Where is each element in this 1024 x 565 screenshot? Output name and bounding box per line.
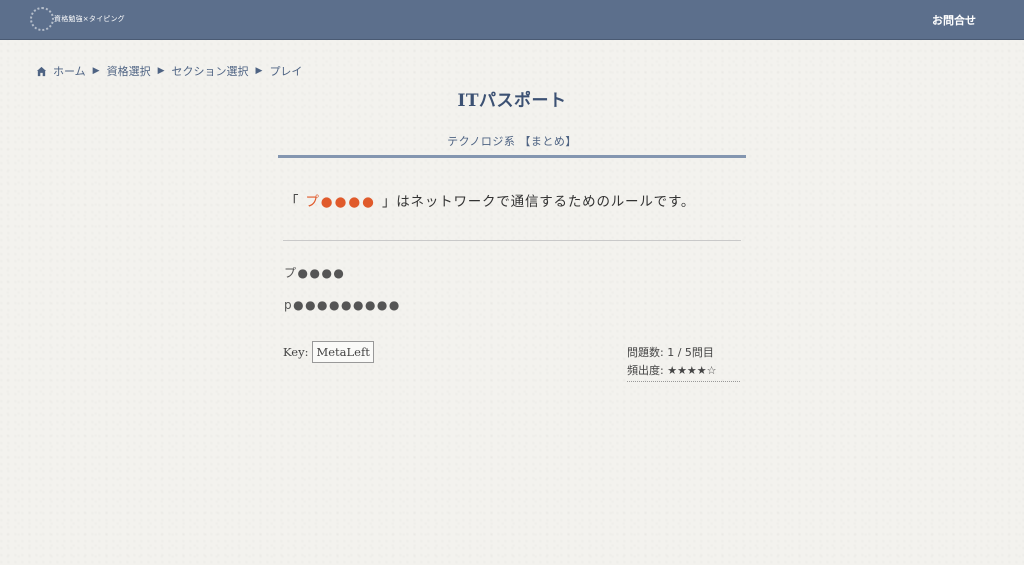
question-text: 「 プ●●●● 」 はネットワークで通信するためのルールです。 (285, 190, 695, 210)
site-logo[interactable]: 資格勉強×タイピング (30, 7, 125, 31)
breadcrumb-separator-icon: ▶ (157, 66, 165, 76)
logo-text: 資格勉強×タイピング (54, 15, 125, 23)
question-stats: 問題数: 1 / 5問目 頻出度: ★★★★☆ (627, 344, 740, 382)
romaji-hint: p●●●●●●●●● (284, 298, 401, 312)
contact-link[interactable]: お問合せ (932, 12, 976, 28)
breadcrumb-current: プレイ (269, 65, 303, 78)
divider (283, 240, 741, 241)
key-label: Key: (283, 345, 309, 359)
question-count: 問題数: 1 / 5問目 (627, 346, 714, 359)
home-icon (36, 66, 47, 76)
logo-ring-icon (30, 7, 54, 31)
page-title: ITパスポート (457, 91, 567, 111)
breadcrumb-section[interactable]: セクション選択 (172, 63, 249, 79)
question-close-bracket: 」 (381, 194, 397, 210)
top-header: 資格勉強×タイピング お問合せ (0, 0, 1024, 40)
breadcrumb-separator-icon: ▶ (92, 66, 100, 76)
breadcrumb-home[interactable]: ホーム (53, 63, 86, 79)
key-value: MetaLeft (312, 341, 374, 363)
question-body: はネットワークで通信するためのルールです。 (396, 194, 696, 210)
breadcrumb-separator-icon: ▶ (255, 66, 263, 76)
question-masked-answer: プ●●●● (305, 194, 376, 210)
section-underline (278, 155, 746, 158)
frequency-rating: 頻出度: ★★★★☆ (627, 364, 717, 377)
breadcrumb-qualification[interactable]: 資格選択 (107, 63, 151, 79)
section-label: テクノロジ系 【まとめ】 (447, 135, 577, 148)
question-open-bracket: 「 (285, 194, 300, 210)
kana-hint: プ●●●● (284, 266, 346, 280)
key-indicator: Key: MetaLeft (283, 341, 374, 363)
breadcrumb: ホーム ▶ 資格選択 ▶ セクション選択 ▶ プレイ (36, 63, 302, 79)
